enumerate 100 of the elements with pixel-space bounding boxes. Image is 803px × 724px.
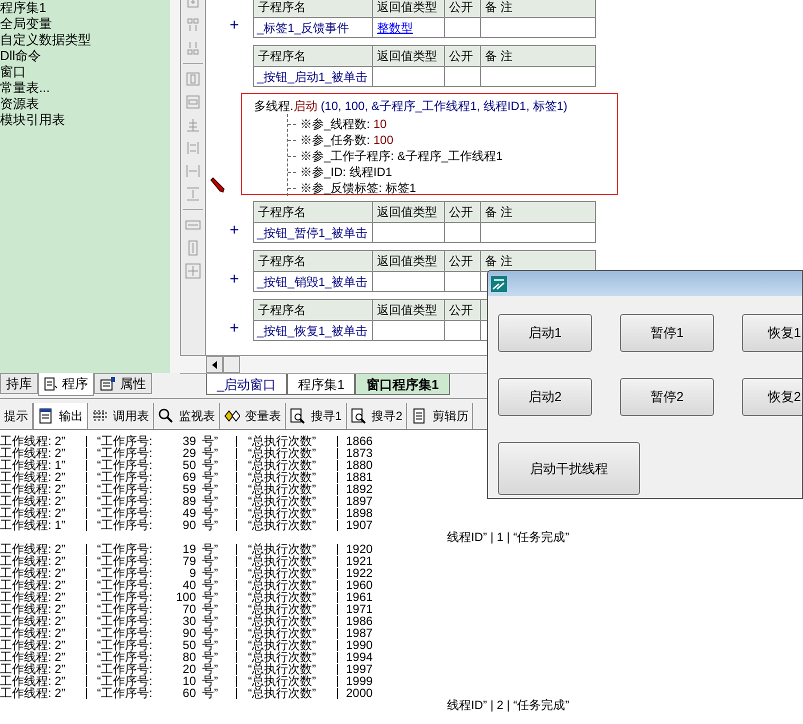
dialog-button[interactable]: 启动干扰线程 [498,442,640,495]
output-cell-text: “工作序号: [97,435,154,447]
output-cell-text: 号” [202,495,219,507]
tree-item[interactable]: Dll命令 [0,48,42,64]
output-cell-text: “工作序号: [97,507,154,519]
output-cell-text: 90 [182,519,196,531]
output-cell: 1892 [346,483,373,495]
table-header-cell: 公开 [449,204,473,220]
output-cell-text: “工作序号: [97,459,154,471]
output-cell-text: 号” [202,519,219,531]
output-cell-text: 号” [202,627,219,639]
output-cell-text: 号” [202,555,219,567]
output-cell: 1880 [346,459,373,471]
output-cell-text: 号” [202,447,219,459]
panel-tab[interactable]: 持库 [0,373,38,394]
output-cell: 1997 [346,663,373,675]
subroutine-name[interactable]: _标签1_反馈事件 [257,20,350,36]
output-cell-text: “总执行次数” [248,591,317,603]
output-cell: 1881 [346,471,373,483]
output-cell-text: 工作线程: 2” [0,435,66,447]
dialog-button[interactable]: 恢复2 [742,378,802,416]
dialog-button[interactable]: 启动2 [498,378,592,416]
output-cell-text: “总执行次数” [248,483,317,495]
output-cell-text: “总执行次数” [248,663,317,675]
tree-item[interactable]: 窗口 [0,64,26,80]
output-cell-text: 工作线程: 2” [0,555,66,567]
subroutine-name[interactable]: _按钮_销毁1_被单击 [257,274,368,290]
output-cell-text: “工作序号: [97,615,154,627]
output-cell-text: 20 [182,663,196,675]
table-header-cell: 公开 [449,48,473,64]
output-cell: 1873 [346,447,373,459]
output-tab[interactable]: 输出 [33,403,88,429]
output-cell-text: 工作线程: 2” [0,603,66,615]
align-icon[interactable] [185,140,201,156]
output-cell-text: 号” [202,459,219,471]
output-cell-text: “工作序号: [97,627,154,639]
output-cell-text: “总执行次数” [248,627,317,639]
tree-item[interactable]: 自定义数据类型 [0,32,91,48]
output-cell-text: “工作序号: [97,555,154,567]
subroutine-name[interactable]: _按钮_暂停1_被单击 [257,224,368,240]
diamond-icon [224,408,240,424]
subroutine-name[interactable]: _按钮_恢复1_被单击 [257,322,368,338]
output-cell-text: “工作序号: [97,567,154,579]
align-icon[interactable] [185,71,201,87]
tree-item[interactable]: 程序集1 [0,0,46,16]
output-cell-text: 40 [182,579,196,591]
panel-tab[interactable]: 属性 [94,373,152,394]
output-cell-text: 100 [174,591,196,603]
output-cell-text: “工作序号: [97,447,154,459]
table-header-cell: 返回值类型 [377,253,437,269]
dialog-button[interactable]: 暂停2 [620,378,714,416]
subroutine-name[interactable]: _按钮_启动1_被单击 [257,68,368,84]
output-cell-text: “总执行次数” [248,675,317,687]
output-cell: 1922 [346,567,373,579]
output-cell-text: “总执行次数” [248,459,317,471]
output-cell-text: 号” [202,603,219,615]
table-header-cell: 备 注 [485,48,512,64]
dialog-button[interactable]: 暂停1 [620,314,714,352]
output-cell-text: 工作线程: 2” [0,579,66,591]
output-cell-text: 50 [182,639,196,651]
parameter-line: ※参_ID: 线程ID1 [300,164,392,180]
expand-toggle[interactable]: + [230,319,239,339]
output-cell-text: 工作线程: 2” [0,543,66,555]
tree-item[interactable]: 模块引用表 [0,112,65,128]
output-cell-text: “总执行次数” [248,555,317,567]
align-icon[interactable] [185,40,201,56]
expand-toggle[interactable]: + [230,221,239,241]
scroll-thumb[interactable] [223,356,240,373]
tree-item[interactable]: 常量表... [0,80,50,96]
align-icon[interactable] [185,17,201,33]
dialog-button[interactable]: 恢复1 [742,314,802,352]
output-cell-text: 10 [182,675,196,687]
table-header-cell: 备 注 [485,0,512,15]
output-cell-text: 39 [182,435,196,447]
code-tab[interactable]: _启动窗口 [206,374,288,395]
align-icon[interactable] [185,186,201,202]
dialog-button[interactable]: 启动1 [498,314,592,352]
align-icon[interactable] [185,163,201,179]
output-cell-text: 29 [182,447,196,459]
output-cell-text: “工作序号: [97,639,154,651]
output-cell-text: 号” [202,471,219,483]
scroll-left-button[interactable] [206,356,223,373]
left-arrow-icon [212,360,218,368]
tree-item[interactable]: 资源表 [0,96,39,112]
find-icon [350,408,367,424]
find-icon [290,408,306,424]
output-cell: 1921 [346,555,373,567]
align-icon[interactable] [185,117,201,133]
align-icon[interactable] [185,263,201,279]
tree-item[interactable]: 全局变量 [0,16,52,32]
output-cell-text: “总执行次数” [248,435,317,447]
code-tab[interactable]: 窗口程序集1 [355,374,450,395]
output-cell-text: “总执行次数” [248,495,317,507]
expand-toggle[interactable]: + [230,16,239,36]
code-tab[interactable]: 程序集1 [287,374,356,395]
align-icon[interactable] [185,94,201,110]
output-line: 线程ID” | 1 | “任务完成” [447,531,570,543]
panel-tab[interactable]: 程序 [38,373,94,396]
return-type[interactable]: 整数型 [377,20,413,36]
expand-toggle[interactable]: + [230,270,239,290]
